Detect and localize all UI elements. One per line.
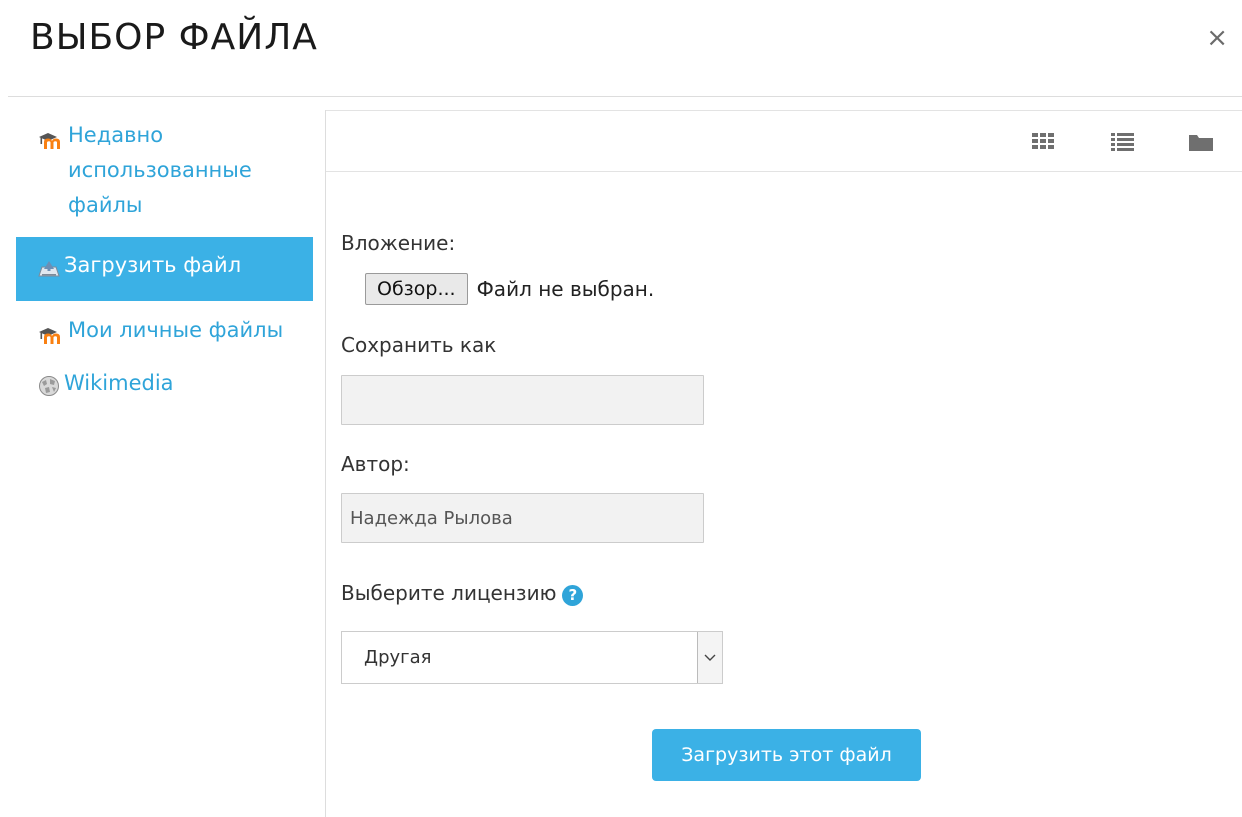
license-select[interactable]: Другая xyxy=(341,631,723,684)
dialog-title: ВЫБОР ФАЙЛА xyxy=(30,17,318,58)
sidebar-item-recent-files[interactable]: Недавно использованные файлы xyxy=(16,118,313,229)
license-label: Выберите лицензию xyxy=(341,581,557,605)
save-as-input[interactable] xyxy=(341,375,704,425)
file-status-text: Файл не выбран. xyxy=(476,277,655,301)
chevron-down-icon[interactable] xyxy=(697,632,722,683)
sidebar-item-label: Загрузить файл xyxy=(64,253,242,277)
author-input[interactable] xyxy=(341,493,704,543)
file-picker-dialog: ВЫБОР ФАЙЛА × Недавно использованные фай… xyxy=(0,0,1242,817)
panel-divider xyxy=(325,110,326,817)
grid-view-icon[interactable] xyxy=(1031,131,1057,153)
sidebar-item-label: Недавно использованные файлы xyxy=(68,123,252,217)
author-label: Автор: xyxy=(341,452,410,476)
repository-sidebar: Недавно использованные файлы Загрузить ф… xyxy=(16,118,313,414)
list-view-icon[interactable] xyxy=(1110,131,1136,153)
close-icon[interactable]: × xyxy=(1206,22,1228,54)
browse-button[interactable]: Обзор... xyxy=(365,273,468,305)
license-label-row: Выберите лицензию? xyxy=(341,575,981,611)
sidebar-item-wikimedia[interactable]: Wikimedia xyxy=(16,362,313,414)
moodle-icon xyxy=(38,321,64,356)
folder-view-icon[interactable] xyxy=(1188,131,1214,153)
save-as-label: Сохранить как xyxy=(341,333,497,357)
sidebar-item-label: Wikimedia xyxy=(64,371,174,395)
attachment-label: Вложение: xyxy=(341,231,456,255)
license-selected-value: Другая xyxy=(364,647,432,668)
upload-icon xyxy=(38,254,60,289)
header-divider xyxy=(8,96,1242,97)
wikimedia-globe-icon xyxy=(38,373,60,408)
sidebar-item-private-files[interactable]: Мои личные файлы xyxy=(16,309,313,362)
sidebar-item-upload-file[interactable]: Загрузить файл xyxy=(16,237,313,301)
sidebar-item-label: Мои личные файлы xyxy=(68,318,284,342)
upload-form: Вложение: Обзор... Файл не выбран. Сохра… xyxy=(341,225,981,684)
help-icon[interactable]: ? xyxy=(562,585,584,606)
moodle-icon xyxy=(38,126,64,161)
file-input-row: Обзор... Файл не выбран. xyxy=(365,273,981,305)
view-toolbar xyxy=(326,110,1242,172)
upload-this-file-button[interactable]: Загрузить этот файл xyxy=(652,729,921,781)
